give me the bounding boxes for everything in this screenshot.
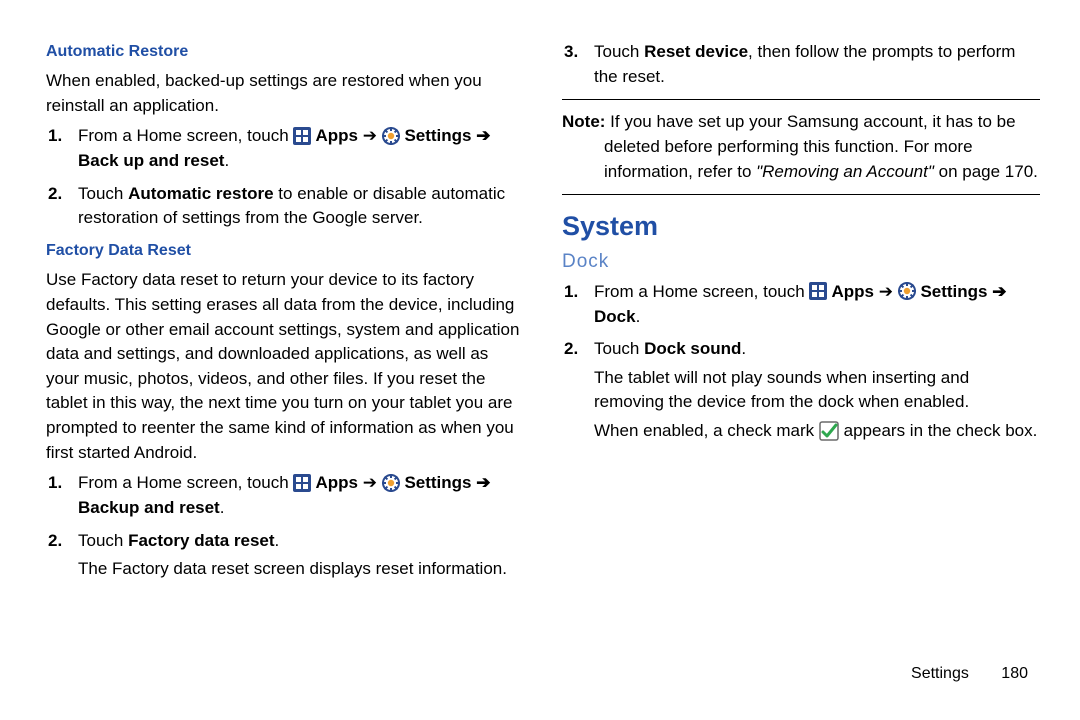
period: . — [220, 498, 225, 517]
settings-label: Settings — [400, 473, 477, 492]
term: Automatic restore — [128, 184, 273, 203]
factory-intro: Use Factory data reset to return your de… — [46, 268, 524, 465]
step-text: Touch — [78, 531, 128, 550]
note-label: Note: — [562, 112, 605, 131]
note-reference: "Removing an Account" — [756, 162, 934, 181]
auto-restore-steps: 1. From a Home screen, touch Apps ➔ Sett… — [46, 124, 524, 231]
step-text: Touch — [594, 339, 644, 358]
heading-factory-reset: Factory Data Reset — [46, 239, 524, 262]
step-subtext: When enabled, a check mark appears in th… — [594, 419, 1040, 444]
right-column: 3. Touch Reset device, then follow the p… — [562, 36, 1040, 656]
arrow-icon: ➔ — [874, 282, 898, 301]
apps-icon — [809, 282, 827, 300]
apps-icon — [293, 127, 311, 145]
heading-automatic-restore: Automatic Restore — [46, 40, 524, 63]
checkmark-icon — [819, 421, 839, 441]
step-number: 2. — [48, 529, 62, 554]
page-number: 180 — [1001, 662, 1028, 685]
auto-restore-intro: When enabled, backed-up settings are res… — [46, 69, 524, 118]
divider — [562, 99, 1040, 100]
arrow-icon: ➔ — [358, 473, 382, 492]
period: . — [224, 151, 229, 170]
heading-system: System — [562, 207, 1040, 246]
apps-icon — [293, 474, 311, 492]
left-column: Automatic Restore When enabled, backed-u… — [46, 36, 524, 656]
step-text: Touch — [594, 42, 644, 61]
step-number: 3. — [564, 40, 578, 65]
term: Reset device — [644, 42, 748, 61]
settings-icon — [898, 282, 916, 300]
apps-label: Apps — [311, 473, 358, 492]
step-text: Touch — [78, 184, 128, 203]
term: Dock sound — [644, 339, 741, 358]
step-number: 1. — [48, 471, 62, 496]
apps-label: Apps — [827, 282, 874, 301]
step-text: From a Home screen, touch — [594, 282, 809, 301]
page-footer: Settings 180 — [46, 662, 1040, 685]
dock-steps: 1. From a Home screen, touch Apps ➔ Sett… — [562, 280, 1040, 444]
divider — [562, 194, 1040, 195]
step-text: From a Home screen, touch — [78, 126, 293, 145]
settings-icon — [382, 127, 400, 145]
period: . — [275, 531, 280, 550]
footer-section: Settings — [911, 665, 969, 682]
settings-label: Settings — [916, 282, 993, 301]
term: Factory data reset — [128, 531, 274, 550]
list-item: 2. Touch Dock sound. The tablet will not… — [586, 337, 1040, 444]
step-number: 2. — [48, 182, 62, 207]
text: When enabled, a check mark — [594, 421, 819, 440]
apps-label: Apps — [311, 126, 358, 145]
list-item: 2. Touch Automatic restore to enable or … — [70, 182, 524, 231]
arrow-icon: ➔ — [358, 126, 382, 145]
step-subtext: The Factory data reset screen displays r… — [78, 557, 524, 582]
list-item: 2. Touch Factory data reset. The Factory… — [70, 529, 524, 582]
list-item: 1. From a Home screen, touch Apps ➔ Sett… — [70, 471, 524, 520]
list-item: 3. Touch Reset device, then follow the p… — [586, 40, 1040, 89]
note-block: Note: If you have set up your Samsung ac… — [562, 110, 1040, 184]
step-number: 1. — [48, 124, 62, 149]
period: . — [636, 307, 641, 326]
step-number: 1. — [564, 280, 578, 305]
note-text: on page 170. — [934, 162, 1038, 181]
reset-continued-steps: 3. Touch Reset device, then follow the p… — [562, 40, 1040, 89]
list-item: 1. From a Home screen, touch Apps ➔ Sett… — [586, 280, 1040, 329]
step-number: 2. — [564, 337, 578, 362]
factory-steps: 1. From a Home screen, touch Apps ➔ Sett… — [46, 471, 524, 582]
step-subtext: The tablet will not play sounds when ins… — [594, 366, 1040, 415]
step-text: From a Home screen, touch — [78, 473, 293, 492]
heading-dock: Dock — [562, 248, 1040, 276]
settings-label: Settings — [400, 126, 477, 145]
text: appears in the check box. — [839, 421, 1037, 440]
period: . — [741, 339, 746, 358]
list-item: 1. From a Home screen, touch Apps ➔ Sett… — [70, 124, 524, 173]
settings-icon — [382, 474, 400, 492]
